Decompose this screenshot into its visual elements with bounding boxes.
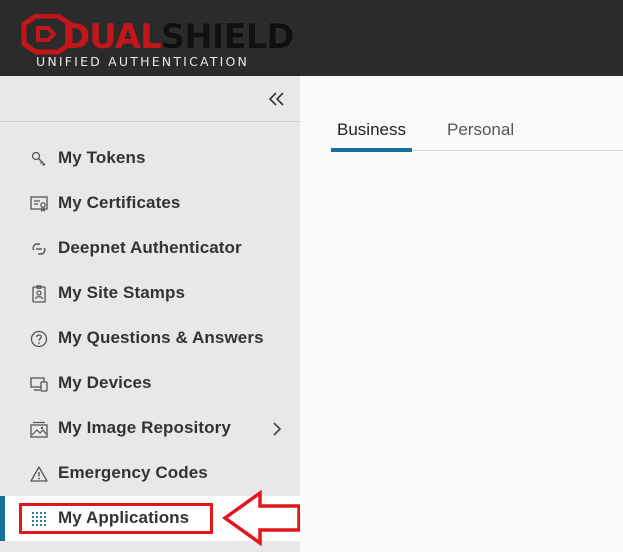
tab-personal[interactable]: Personal: [447, 120, 514, 151]
sidebar-item-my-certificates[interactable]: My Certificates: [0, 181, 300, 226]
warning-icon: [30, 466, 48, 482]
sidebar-item-label: My Site Stamps: [58, 283, 186, 302]
certificate-icon: [30, 196, 48, 213]
logo-subtitle: UNIFIED AUTHENTICATION: [36, 54, 250, 69]
sidebar-item-my-devices[interactable]: My Devices: [0, 361, 300, 406]
logo-shield: SHIELD: [160, 17, 295, 57]
sidebar-item-my-questions-answers[interactable]: My Questions & Answers: [0, 316, 300, 361]
devices-icon: [30, 377, 48, 392]
app-header: DUALSHIELD UNIFIED AUTHENTICATION: [0, 0, 623, 76]
sidebar-item-label: Deepnet Authenticator: [58, 238, 242, 257]
key-icon: [31, 151, 46, 166]
tab-business[interactable]: Business: [331, 120, 412, 152]
sidebar-item-label: My Certificates: [58, 193, 181, 212]
question-circle-icon: [30, 330, 48, 348]
authenticator-icon: [32, 243, 46, 255]
sidebar-item-label: My Applications: [58, 508, 190, 527]
badge-icon: [32, 285, 46, 303]
image-repository-icon: [30, 421, 48, 438]
sidebar-item-deepnet-authenticator[interactable]: Deepnet Authenticator: [0, 226, 300, 271]
sidebar-item-my-site-stamps[interactable]: My Site Stamps: [0, 271, 300, 316]
double-chevron-left-icon[interactable]: [267, 90, 287, 108]
sidebar-item-label: My Devices: [58, 373, 152, 392]
sidebar-item-label: My Image Repository: [58, 418, 231, 437]
sidebar-nav: My Tokens My Certificates Deepnet Authen…: [0, 136, 300, 541]
left-arrow-annotation-icon: [222, 490, 301, 546]
sidebar-collapse-bar: [0, 76, 300, 122]
sidebar-item-label: My Tokens: [58, 148, 146, 167]
sidebar-item-my-tokens[interactable]: My Tokens: [0, 136, 300, 181]
sidebar-item-my-image-repository[interactable]: My Image Repository: [0, 406, 300, 451]
dualshield-logo: DUALSHIELD UNIFIED AUTHENTICATION: [18, 14, 294, 72]
sidebar-item-label: My Questions & Answers: [58, 328, 264, 347]
logo-dual: DUAL: [62, 17, 162, 57]
tab-bar: Business Personal: [331, 116, 623, 152]
grid-dots-icon: [31, 511, 47, 527]
sidebar-item-label: Emergency Codes: [58, 463, 208, 482]
logo-wordmark: DUALSHIELD: [62, 17, 295, 57]
sidebar: My Tokens My Certificates Deepnet Authen…: [0, 76, 300, 552]
main-content: Business Personal: [300, 76, 623, 552]
chevron-right-icon[interactable]: [271, 421, 283, 437]
